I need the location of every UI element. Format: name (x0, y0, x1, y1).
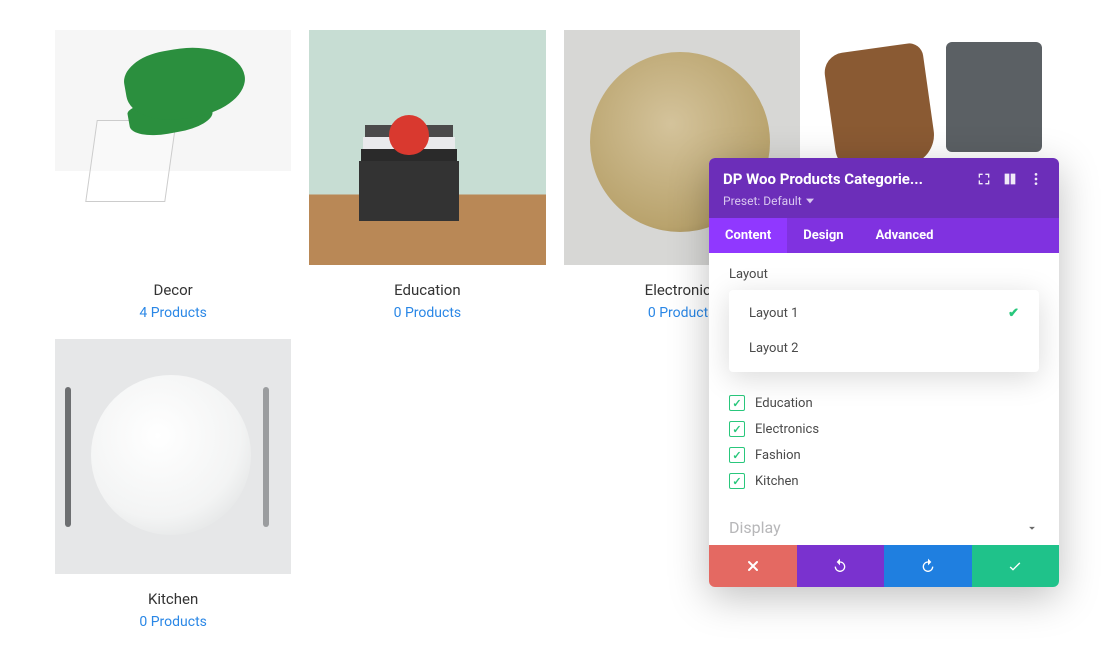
panel-tabs: Content Design Advanced (709, 218, 1059, 253)
checkbox[interactable]: ✓ (729, 421, 745, 437)
category-image (309, 30, 545, 265)
category-count[interactable]: 0 Products (139, 614, 207, 630)
preset-label: Preset: Default (723, 194, 802, 208)
cancel-button[interactable] (709, 545, 797, 587)
close-icon (745, 558, 761, 574)
redo-icon (920, 558, 936, 574)
display-label: Display (729, 518, 781, 537)
panel-title: DP Woo Products Categorie... (723, 170, 967, 188)
display-section-toggle[interactable]: Display (709, 506, 1059, 545)
category-check-row: ✓ Education (729, 390, 1039, 416)
layout-section: Layout Layout 1 ✔ Layout 2 ✔ (709, 253, 1059, 382)
category-card[interactable]: Decor 4 Products (55, 30, 291, 321)
panel-footer (709, 545, 1059, 587)
category-check-label: Electronics (755, 422, 819, 437)
check-icon: ✔ (1008, 306, 1019, 321)
tab-design[interactable]: Design (787, 218, 859, 253)
layout-option-label: Layout 1 (749, 306, 798, 321)
category-title: Kitchen (148, 590, 198, 608)
category-check-label: Fashion (755, 448, 801, 463)
layout-dropdown: Layout 1 ✔ Layout 2 ✔ (729, 290, 1039, 372)
category-image (55, 339, 291, 574)
category-check-row: ✓ Fashion (729, 442, 1039, 468)
category-check-label: Education (755, 396, 813, 411)
checkbox[interactable]: ✓ (729, 447, 745, 463)
preset-selector[interactable]: Preset: Default (723, 194, 1045, 208)
category-card[interactable]: Education 0 Products (309, 30, 545, 321)
layout-label: Layout (729, 267, 1039, 282)
category-checklist: ✓ Education ✓ Electronics ✓ Fashion ✓ Ki… (709, 382, 1059, 506)
checkbox[interactable]: ✓ (729, 395, 745, 411)
layout-option[interactable]: Layout 1 ✔ (729, 296, 1039, 331)
category-image (55, 30, 291, 265)
layout-option-label: Layout 2 (749, 341, 798, 356)
category-count[interactable]: 0 Products (648, 305, 716, 321)
category-check-label: Kitchen (755, 474, 799, 489)
category-title: Education (394, 281, 461, 299)
confirm-button[interactable] (972, 545, 1060, 587)
category-check-row: ✓ Kitchen (729, 468, 1039, 494)
panel-header[interactable]: DP Woo Products Categorie... Preset: Def… (709, 158, 1059, 218)
more-icon[interactable] (1027, 170, 1045, 188)
category-count[interactable]: 4 Products (139, 305, 207, 321)
layout-option[interactable]: Layout 2 ✔ (729, 331, 1039, 366)
tab-advanced[interactable]: Advanced (860, 218, 950, 253)
category-title: Electronics (645, 281, 719, 299)
check-icon (1007, 558, 1023, 574)
undo-icon (832, 558, 848, 574)
columns-icon[interactable] (1001, 170, 1019, 188)
checkbox[interactable]: ✓ (729, 473, 745, 489)
chevron-down-icon (1025, 521, 1039, 535)
redo-button[interactable] (884, 545, 972, 587)
undo-button[interactable] (797, 545, 885, 587)
expand-icon[interactable] (975, 170, 993, 188)
category-title: Decor (153, 281, 192, 299)
settings-panel: DP Woo Products Categorie... Preset: Def… (709, 158, 1059, 587)
category-card[interactable]: Kitchen 0 Products (55, 339, 291, 630)
category-count[interactable]: 0 Products (394, 305, 462, 321)
category-check-row: ✓ Electronics (729, 416, 1039, 442)
chevron-down-icon (806, 197, 814, 205)
tab-content[interactable]: Content (709, 218, 787, 253)
